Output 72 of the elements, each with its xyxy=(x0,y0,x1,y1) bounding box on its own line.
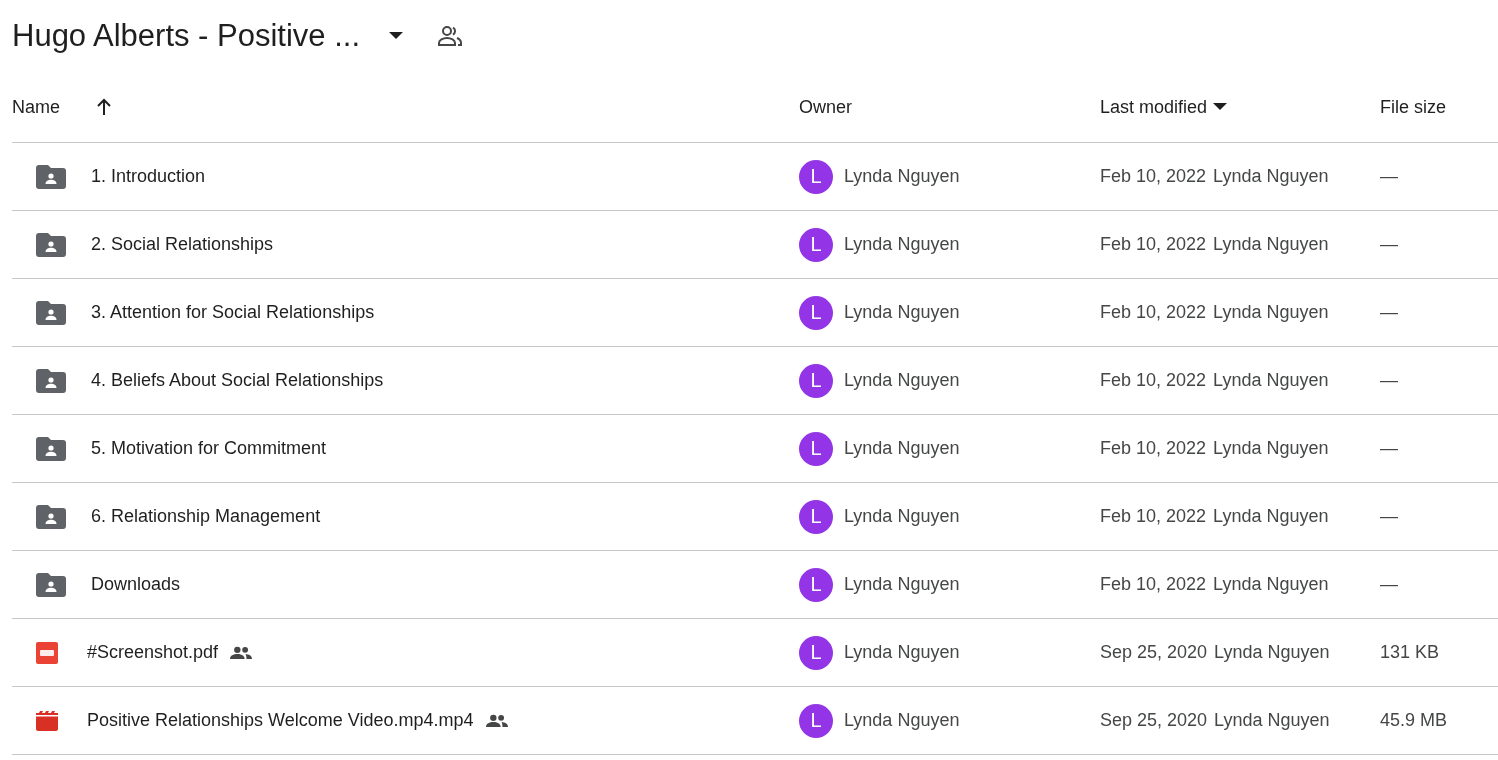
modified-by: Lynda Nguyen xyxy=(1213,506,1329,527)
file-name[interactable]: 2. Social Relationships xyxy=(91,234,274,255)
video-icon xyxy=(36,710,58,731)
owner-name: Lynda Nguyen xyxy=(844,574,960,595)
modified-date: Feb 10, 2022 xyxy=(1100,166,1207,187)
column-header[interactable]: Name xyxy=(12,96,60,118)
shared-people-icon xyxy=(485,713,508,728)
people-icon[interactable] xyxy=(438,24,463,48)
shared-folder-icon xyxy=(36,572,66,597)
modified-date: Feb 10, 2022 xyxy=(1100,234,1207,255)
file-size: 45.9 MB xyxy=(1380,710,1448,731)
column-header[interactable]: File size xyxy=(1380,96,1446,118)
shared-folder-icon xyxy=(36,504,66,529)
modified-by: Lynda Nguyen xyxy=(1213,234,1329,255)
file-size: — xyxy=(1380,302,1398,323)
modified-by: Lynda Nguyen xyxy=(1213,166,1329,187)
owner-name: Lynda Nguyen xyxy=(844,438,960,459)
owner-avatar: L xyxy=(799,635,833,670)
owner-name: Lynda Nguyen xyxy=(844,166,960,187)
file-name[interactable]: Positive Relationships Welcome Video.mp4.mp4 xyxy=(87,710,474,731)
file-size: 131 KB xyxy=(1380,642,1440,663)
owner-avatar: L xyxy=(799,227,833,262)
owner-name: Lynda Nguyen xyxy=(844,710,960,731)
file-size: — xyxy=(1380,506,1398,527)
modified-date: Feb 10, 2022 xyxy=(1100,506,1207,527)
modified-by: Lynda Nguyen xyxy=(1214,642,1330,663)
owner-avatar: L xyxy=(799,363,833,398)
owner-avatar: L xyxy=(799,431,833,466)
modified-date: Feb 10, 2022 xyxy=(1100,302,1207,323)
owner-name: Lynda Nguyen xyxy=(844,370,960,391)
file-size: — xyxy=(1380,234,1398,255)
modified-date: Feb 10, 2022 xyxy=(1100,438,1207,459)
file-size: — xyxy=(1380,574,1398,595)
modified-date: Feb 10, 2022 xyxy=(1100,574,1207,595)
modified-by: Lynda Nguyen xyxy=(1214,710,1330,731)
shared-folder-icon xyxy=(36,232,66,257)
column-header[interactable]: Last modified xyxy=(1100,96,1208,118)
owner-avatar: L xyxy=(799,567,833,602)
owner-avatar: L xyxy=(799,159,833,194)
shared-folder-icon xyxy=(36,436,66,461)
owner-avatar: L xyxy=(799,703,833,738)
owner-name: Lynda Nguyen xyxy=(844,506,960,527)
owner-avatar: L xyxy=(799,499,833,534)
file-size: — xyxy=(1380,166,1398,187)
caret-icon[interactable] xyxy=(1213,103,1228,111)
modified-date: Sep 25, 2020 xyxy=(1100,642,1208,663)
shared-people-icon xyxy=(230,645,253,660)
file-size: — xyxy=(1380,370,1398,391)
file-name[interactable]: 6. Relationship Management xyxy=(91,506,321,527)
pdf-icon xyxy=(36,641,58,664)
column-header[interactable]: Owner xyxy=(799,96,852,118)
owner-name: Lynda Nguyen xyxy=(844,234,960,255)
modified-by: Lynda Nguyen xyxy=(1213,438,1329,459)
modified-by: Lynda Nguyen xyxy=(1213,574,1329,595)
file-name[interactable]: 5. Motivation for Commitment xyxy=(91,438,327,459)
file-name[interactable]: #Screenshot.pdf xyxy=(87,642,219,663)
owner-name: Lynda Nguyen xyxy=(844,302,960,323)
file-name[interactable]: 3. Attention for Social Relationships xyxy=(91,302,375,323)
modified-date: Feb 10, 2022 xyxy=(1100,370,1207,391)
file-size: — xyxy=(1380,438,1398,459)
file-name[interactable]: Downloads xyxy=(91,574,181,595)
file-name[interactable]: 1. Introduction xyxy=(91,166,206,187)
shared-folder-icon xyxy=(36,300,66,325)
owner-avatar: L xyxy=(799,295,833,330)
owner-name: Lynda Nguyen xyxy=(844,642,960,663)
file-name[interactable]: 4. Beliefs About Social Relationships xyxy=(91,370,384,391)
modified-date: Sep 25, 2020 xyxy=(1100,710,1208,731)
shared-folder-icon xyxy=(36,368,66,393)
shared-folder-icon xyxy=(36,164,66,189)
modified-by: Lynda Nguyen xyxy=(1213,302,1329,323)
modified-by: Lynda Nguyen xyxy=(1213,370,1329,391)
folder-title: Hugo Alberts - Positive ... xyxy=(12,18,361,54)
